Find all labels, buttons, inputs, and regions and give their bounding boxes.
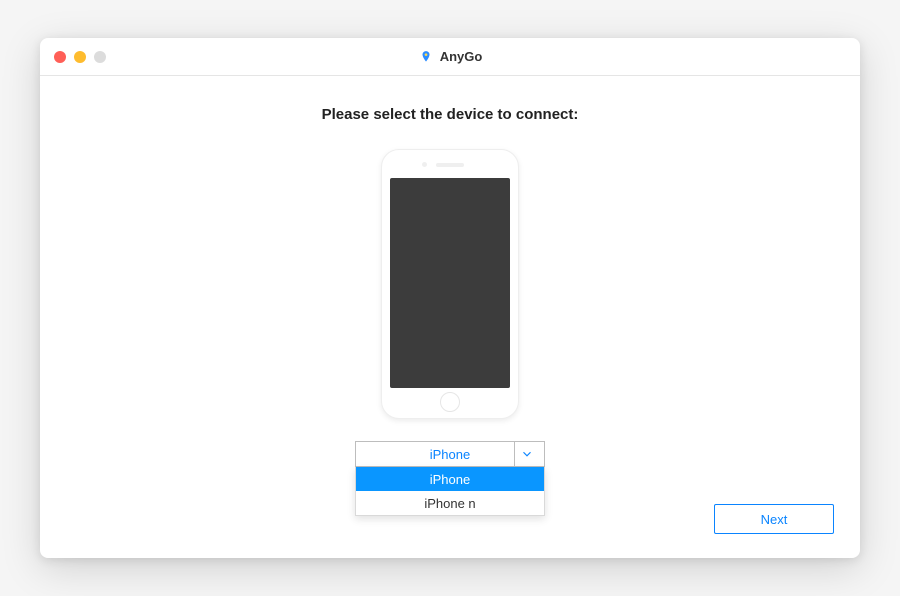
window-minimize-button[interactable] [74,51,86,63]
app-title: AnyGo [440,49,483,64]
phone-speaker-icon [436,163,464,167]
next-button-label: Next [761,512,788,527]
phone-screen [390,178,510,388]
prompt-text: Please select the device to connect: [322,106,579,123]
device-select-value: iPhone [430,447,470,462]
map-pin-icon [418,49,434,65]
chevron-down-icon [514,442,538,466]
device-option-label: iPhone n [424,496,475,511]
phone-home-button-icon [440,392,460,412]
device-option-label: iPhone [430,472,470,487]
device-illustration [381,149,519,419]
traffic-lights [54,51,106,63]
app-window: AnyGo Please select the device to connec… [40,38,860,558]
window-close-button[interactable] [54,51,66,63]
next-button[interactable]: Next [714,504,834,534]
device-select-wrap: iPhone iPhone iPhone n [355,441,545,467]
device-option[interactable]: iPhone [356,467,544,491]
device-select-list: iPhone iPhone n [355,467,545,516]
device-select[interactable]: iPhone [355,441,545,467]
window-maximize-button[interactable] [94,51,106,63]
main-content: Please select the device to connect: iPh… [40,76,860,558]
titlebar-title-group: AnyGo [418,49,483,65]
titlebar: AnyGo [40,38,860,76]
phone-camera-icon [422,162,427,167]
device-option[interactable]: iPhone n [356,491,544,515]
